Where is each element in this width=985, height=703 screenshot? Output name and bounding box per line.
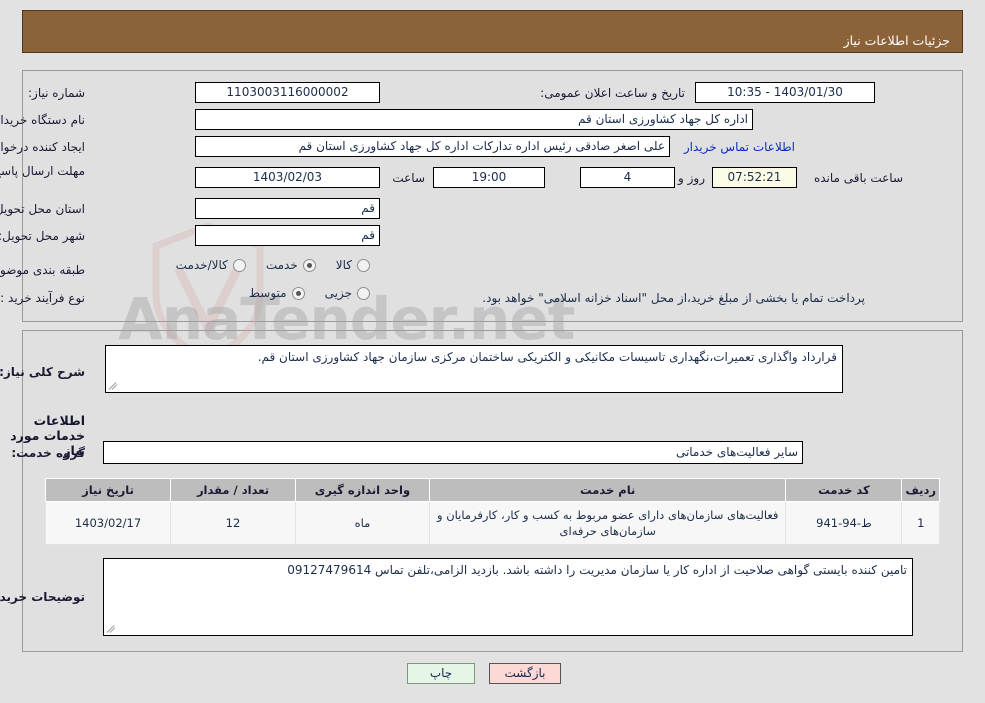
general-desc-label: شرح کلی نیاز: [0,365,85,379]
need-number-label: شماره نیاز: [28,86,85,100]
deadline-label: مهلت ارسال پاسخ: تا تاریخ: [0,164,85,178]
remaining-time-field[interactable]: 07:52:21 [712,167,797,188]
back-button[interactable]: بازگشت [489,663,561,684]
table-cell: فعالیت‌های سازمان‌های دارای عضو مربوط به… [428,501,787,545]
purchase-type-label: نوع فرآیند خرید : [0,291,85,305]
purchase-type-radio-group[interactable]: جزیی متوسط [229,286,370,300]
service-group-field[interactable]: سایر فعالیت‌های خدماتی [103,441,803,464]
table-body: 1 ط-94-941 فعالیت‌های سازمان‌های دارای عضو… [44,501,940,545]
need-number-field[interactable]: 1103003116000002 [195,82,380,103]
radio-button-icon[interactable] [357,258,370,272]
category-option-label: کالا [335,258,352,272]
buyer-notes-label: توضیحات خریدار: [0,590,85,604]
page-header: جزئیات اطلاعات نیاز [22,10,963,53]
creator-field[interactable]: علی اصغر صادقی رئیس اداره تدارکات اداره … [195,136,670,157]
resize-grip-icon[interactable] [108,379,120,391]
radio-button-icon[interactable] [302,258,316,272]
services-table: ردیف کد خدمت نام خدمت واحد اندازه گیری تعداد… [44,478,940,545]
radio-button-icon[interactable] [291,286,305,300]
public-announce-field[interactable]: 1403/01/30 - 10:35 [695,82,875,103]
table-column-header: تعداد / مقدار [170,478,296,502]
table-cell: 1403/02/17 [44,501,172,545]
category-option-1[interactable]: خدمت [266,258,316,272]
city-field[interactable]: قم [195,225,380,246]
table-cell: 1 [901,501,940,545]
purchase-type-option-label: متوسط [248,286,287,300]
buyer-org-field[interactable]: اداره کل جهاد کشاورزی استان قم [195,109,753,130]
purchase-type-option-0[interactable]: جزیی [325,286,370,300]
creator-label: ایجاد کننده درخواست: [0,140,85,154]
table-column-header: کد خدمت [785,478,903,502]
radio-button-icon[interactable] [232,258,246,272]
days-remaining-field[interactable]: 4 [580,167,675,188]
category-radio-group[interactable]: کالا خدمت کالا/خدمت [156,258,370,272]
province-label: استان محل تحویل: [0,202,85,216]
deadline-date-field[interactable]: 1403/02/03 [195,167,380,188]
hour-field[interactable]: 19:00 [433,167,545,188]
remaining-time-label: ساعت باقی مانده [813,171,903,185]
general-desc-value: قرارداد واگذاری تعمیرات،نگهداری تاسیسات … [257,350,837,364]
table-column-header: ردیف [901,478,940,502]
category-option-2[interactable]: کالا/خدمت [176,258,246,272]
category-option-label: کالا/خدمت [175,258,228,272]
buyer-notes-textarea[interactable]: تامین کننده بایستی گواهی صلاحیت از اداره… [103,558,913,636]
buyer-org-label: نام دستگاه خریدار: [0,113,85,127]
city-label: شهر محل تحویل: [0,229,85,243]
radio-button-icon[interactable] [357,286,370,300]
province-field[interactable]: قم [195,198,380,219]
category-option-label: خدمت [265,258,298,272]
category-option-0[interactable]: کالا [336,258,370,272]
table-header-row: ردیف کد خدمت نام خدمت واحد اندازه گیری تعداد… [44,478,940,502]
purchase-type-option-label: جزیی [324,286,352,300]
buyer-contact-link[interactable]: اطلاعات تماس خریدار [684,140,795,154]
table-cell: ط-94-941 [785,501,903,545]
page-title: جزئیات اطلاعات نیاز [843,33,950,48]
buyer-notes-value: تامین کننده بایستی گواهی صلاحیت از اداره… [287,563,907,577]
purchase-note: پرداخت تمام یا بخشی از مبلغ خرید،از محل … [482,291,865,305]
public-announce-label: تاریخ و ساعت اعلان عمومی: [540,86,685,100]
general-desc-textarea[interactable]: قرارداد واگذاری تعمیرات،نگهداری تاسیسات … [105,345,843,393]
table-cell: ماه [294,501,430,545]
days-label: روز و [678,171,705,185]
table-row: 1 ط-94-941 فعالیت‌های سازمان‌های دارای عضو… [44,501,940,545]
table-column-header: واحد اندازه گیری [294,478,430,502]
purchase-type-option-1[interactable]: متوسط [249,286,305,300]
hour-label: ساعت [392,171,425,185]
resize-grip-icon[interactable] [106,622,118,634]
table-column-header: نام خدمت [428,478,787,502]
category-label: طبقه بندی موضوعی: [0,263,85,277]
table-column-header: تاریخ نیاز [44,478,172,502]
service-group-label: گروه خدمت: [11,446,85,460]
print-button[interactable]: چاپ [407,663,475,684]
need-summary-panel [22,70,963,322]
table-cell: 12 [170,501,296,545]
